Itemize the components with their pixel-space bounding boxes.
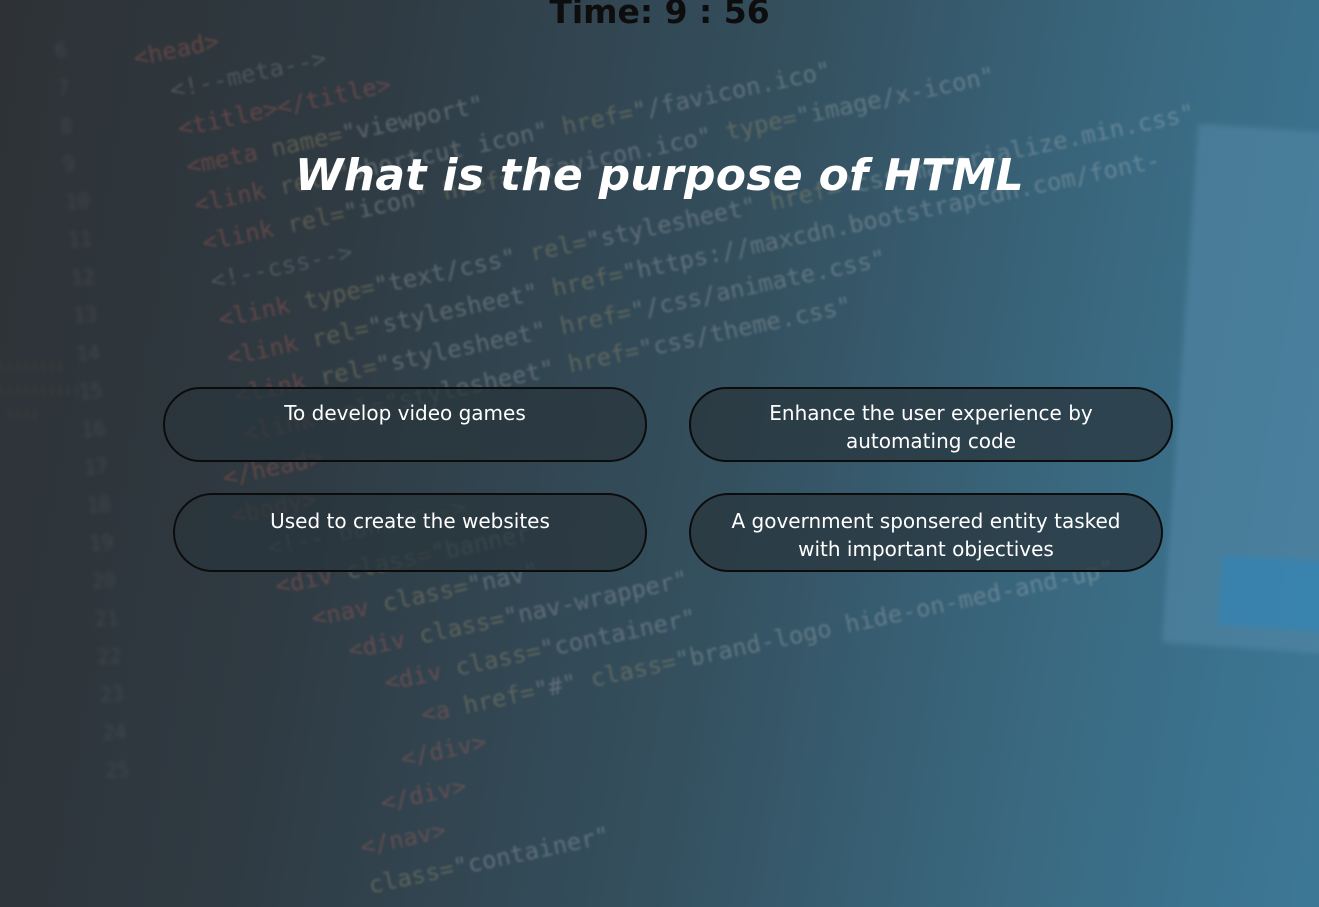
- answer-option-1-label: To develop video games: [284, 401, 526, 425]
- countdown-timer: Time: 9 : 56: [549, 0, 770, 31]
- question-text: What is the purpose of HTML: [294, 150, 1025, 201]
- answer-option-3[interactable]: Used to create the websites: [173, 493, 647, 572]
- answer-option-2[interactable]: Enhance the user experience by automatin…: [689, 387, 1173, 462]
- answer-option-3-label: Used to create the websites: [270, 509, 550, 533]
- answer-option-1[interactable]: To develop video games: [163, 387, 647, 462]
- answer-option-4-label: A government sponsered entity tasked wit…: [731, 509, 1121, 561]
- answer-option-2-label: Enhance the user experience by automatin…: [769, 401, 1093, 453]
- quiz-screen: Time: 9 : 56 What is the purpose of HTML…: [0, 0, 1319, 907]
- answer-option-4[interactable]: A government sponsered entity tasked wit…: [689, 493, 1163, 572]
